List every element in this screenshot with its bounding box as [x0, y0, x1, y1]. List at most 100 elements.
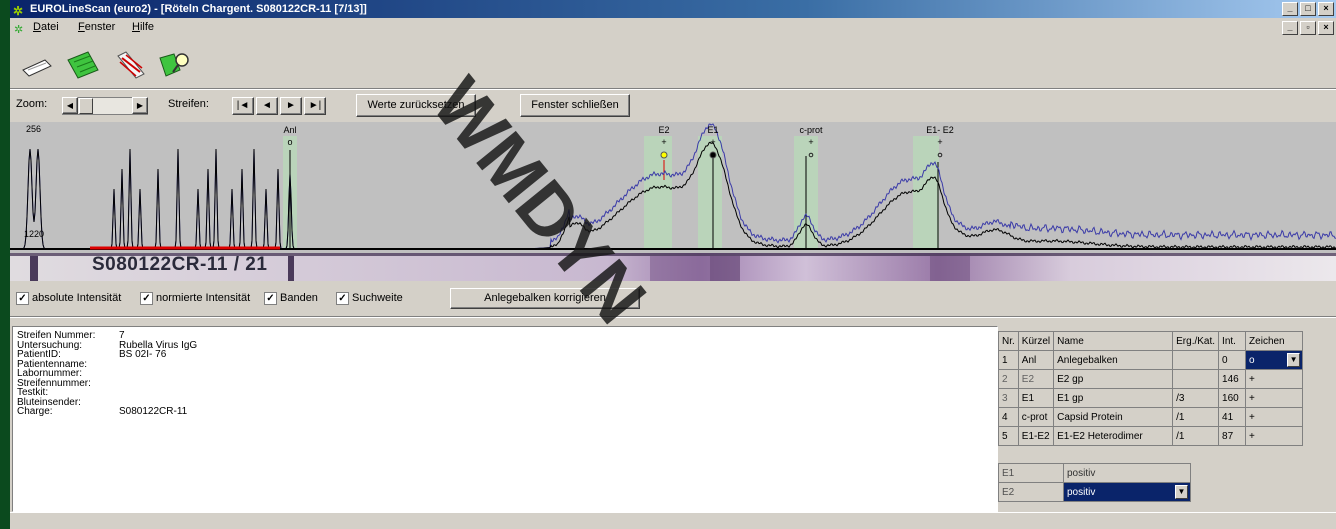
info-value: BS 02I- 76	[119, 349, 167, 360]
band-erg: /1	[1172, 426, 1220, 446]
close-button[interactable]: ×	[1318, 2, 1334, 16]
prev-strip-button[interactable]: ◄	[256, 97, 278, 115]
band-dot	[709, 151, 717, 159]
strip-tool-icon[interactable]	[20, 50, 54, 80]
toolbar-divider	[10, 88, 1336, 90]
band-dot	[660, 151, 668, 159]
result-band: E2	[998, 482, 1064, 502]
band-row[interactable]: 4 c-prot Capsid Protein /1 41 +	[998, 407, 1304, 427]
strip-label: S080122CR-11 / 21	[92, 254, 268, 275]
next-strip-button[interactable]: ►	[280, 97, 302, 115]
intensity-graph[interactable]: 256 1220 Anl o E2 + E1 + c-prot + E1- E2 +	[10, 122, 1336, 254]
band-row[interactable]: 1 Anl Anlegebalken 0 o ▼	[998, 350, 1304, 370]
band-window[interactable]	[913, 136, 939, 250]
band-zeichen[interactable]: +	[1245, 369, 1304, 389]
header-zeichen[interactable]: Zeichen	[1245, 331, 1304, 351]
menu-bar: ✲ Datei Fenster Hilfe _ ▫ ×	[10, 18, 1336, 36]
band-sign: o	[287, 137, 292, 147]
band-int: 87	[1218, 426, 1247, 446]
menu-datei[interactable]: Datei	[33, 18, 59, 36]
bands-label: Banden	[280, 292, 318, 304]
bands-checkbox[interactable]: ✓	[264, 292, 277, 305]
header-erg[interactable]: Erg./Kat.	[1172, 331, 1220, 351]
adjust-alignment-button[interactable]: Anlegebalken korrigieren	[450, 288, 640, 309]
band-name: Capsid Protein	[1053, 407, 1174, 427]
band-int: 146	[1218, 369, 1247, 389]
band-window[interactable]	[644, 136, 672, 250]
band-table: Nr. Kürzel Name Erg./Kat. Int. Zeichen 1…	[998, 331, 1304, 446]
result-band: E1	[998, 463, 1064, 483]
menu-fenster[interactable]: Fenster	[78, 18, 115, 36]
header-nr[interactable]: Nr.	[998, 331, 1019, 351]
document-icon: ✲	[14, 24, 24, 36]
zoom-scrollbar[interactable]: ◀ ▶	[62, 97, 148, 115]
zoom-thumb[interactable]	[79, 98, 93, 114]
mdi-close-button[interactable]: ×	[1318, 21, 1334, 35]
zoom-right-arrow[interactable]: ▶	[132, 97, 148, 114]
band-table-header: Nr. Kürzel Name Erg./Kat. Int. Zeichen	[998, 331, 1304, 351]
result-value-dropdown[interactable]: positiv ▼	[1063, 482, 1191, 502]
reset-values-button[interactable]: Werte zurücksetzen	[356, 94, 476, 117]
zoom-label: Zoom:	[16, 98, 48, 110]
normalized-intensity-checkbox[interactable]: ✓	[140, 292, 153, 305]
status-bar	[10, 512, 1336, 529]
info-value: S080122CR-11	[119, 406, 188, 417]
result-row[interactable]: E2 positiv ▼	[998, 482, 1191, 502]
band-row[interactable]: 5 E1-E2 E1-E2 Heterodimer /1 87 +	[998, 426, 1304, 446]
strips-label: Streifen:	[168, 98, 209, 110]
band-erg	[1172, 369, 1220, 389]
header-int[interactable]: Int.	[1218, 331, 1247, 351]
band-zeichen[interactable]: +	[1245, 407, 1304, 427]
band-erg: /3	[1172, 388, 1220, 408]
control-row: Zoom: ◀ ▶ Streifen: |◄ ◄ ► ►| Werte zurü…	[10, 92, 1336, 118]
menu-hilfe[interactable]: Hilfe	[132, 18, 154, 36]
red-lines-icon[interactable]	[114, 50, 148, 80]
mdi-minimize-button[interactable]: _	[1282, 21, 1298, 35]
band-zeichen[interactable]: +	[1245, 426, 1304, 446]
band-int: 0	[1218, 350, 1247, 370]
absolute-intensity-checkbox[interactable]: ✓	[16, 292, 29, 305]
green-strip-icon[interactable]	[66, 50, 100, 80]
band-name: E1-E2 Heterodimer	[1053, 426, 1174, 446]
result-value[interactable]: positiv	[1063, 463, 1191, 483]
green-loupe-icon[interactable]	[158, 50, 192, 80]
band-zeichen-dropdown[interactable]: o ▼	[1245, 350, 1304, 370]
minimize-button[interactable]: _	[1282, 2, 1298, 16]
close-window-button[interactable]: Fenster schließen	[520, 94, 630, 117]
options-divider	[10, 316, 1336, 318]
band-label: E1- E2	[926, 125, 954, 135]
first-strip-button[interactable]: |◄	[232, 97, 254, 115]
header-kuerzel[interactable]: Kürzel	[1017, 331, 1055, 351]
band-row[interactable]: 3 E1 E1 gp /3 160 +	[998, 388, 1304, 408]
dropdown-arrow-icon[interactable]: ▼	[1287, 353, 1301, 367]
header-name[interactable]: Name	[1053, 331, 1174, 351]
band-sign: +	[661, 137, 666, 147]
mdi-restore-button[interactable]: ▫	[1300, 21, 1316, 35]
band-label: E2	[658, 125, 669, 135]
band-zeichen[interactable]: +	[1245, 388, 1304, 408]
band-label: E1	[707, 125, 718, 135]
band-sign: +	[808, 137, 813, 147]
strip-info-panel: Streifen Nummer: 7 Untersuchung: Rubella Vi…	[12, 326, 998, 512]
band-kuerzel: Anl	[1017, 350, 1055, 370]
app-window: ✲ EUROLineScan (euro2) - [Röteln Chargen…	[10, 0, 1336, 529]
title-bar[interactable]: ✲ EUROLineScan (euro2) - [Röteln Chargen…	[10, 0, 1336, 18]
band-kuerzel: E1	[1017, 388, 1055, 408]
band-sign: +	[937, 137, 942, 147]
window-title: EUROLineScan (euro2) - [Röteln Chargent.…	[30, 3, 367, 15]
band-label: Anl	[283, 125, 296, 135]
last-strip-button[interactable]: ►|	[304, 97, 326, 115]
band-name: E1 gp	[1053, 388, 1174, 408]
result-row[interactable]: E1 positiv	[998, 463, 1191, 483]
result-value: positiv	[1067, 486, 1096, 498]
maximize-button[interactable]: □	[1300, 2, 1316, 16]
search-width-label: Suchweite	[352, 292, 403, 304]
zoom-left-arrow[interactable]: ◀	[62, 97, 78, 114]
intensity-svg[interactable]: 256 1220 Anl o E2 + E1 + c-prot + E1- E2 +	[10, 122, 1336, 254]
band-name: Anlegebalken	[1053, 350, 1174, 370]
band-row[interactable]: 2 E2 E2 gp 146 +	[998, 369, 1304, 389]
normalized-intensity-label: normierte Intensität	[156, 292, 251, 304]
dropdown-arrow-icon[interactable]: ▼	[1175, 485, 1188, 499]
y-max-label: 256	[26, 124, 41, 134]
search-width-checkbox[interactable]: ✓	[336, 292, 349, 305]
